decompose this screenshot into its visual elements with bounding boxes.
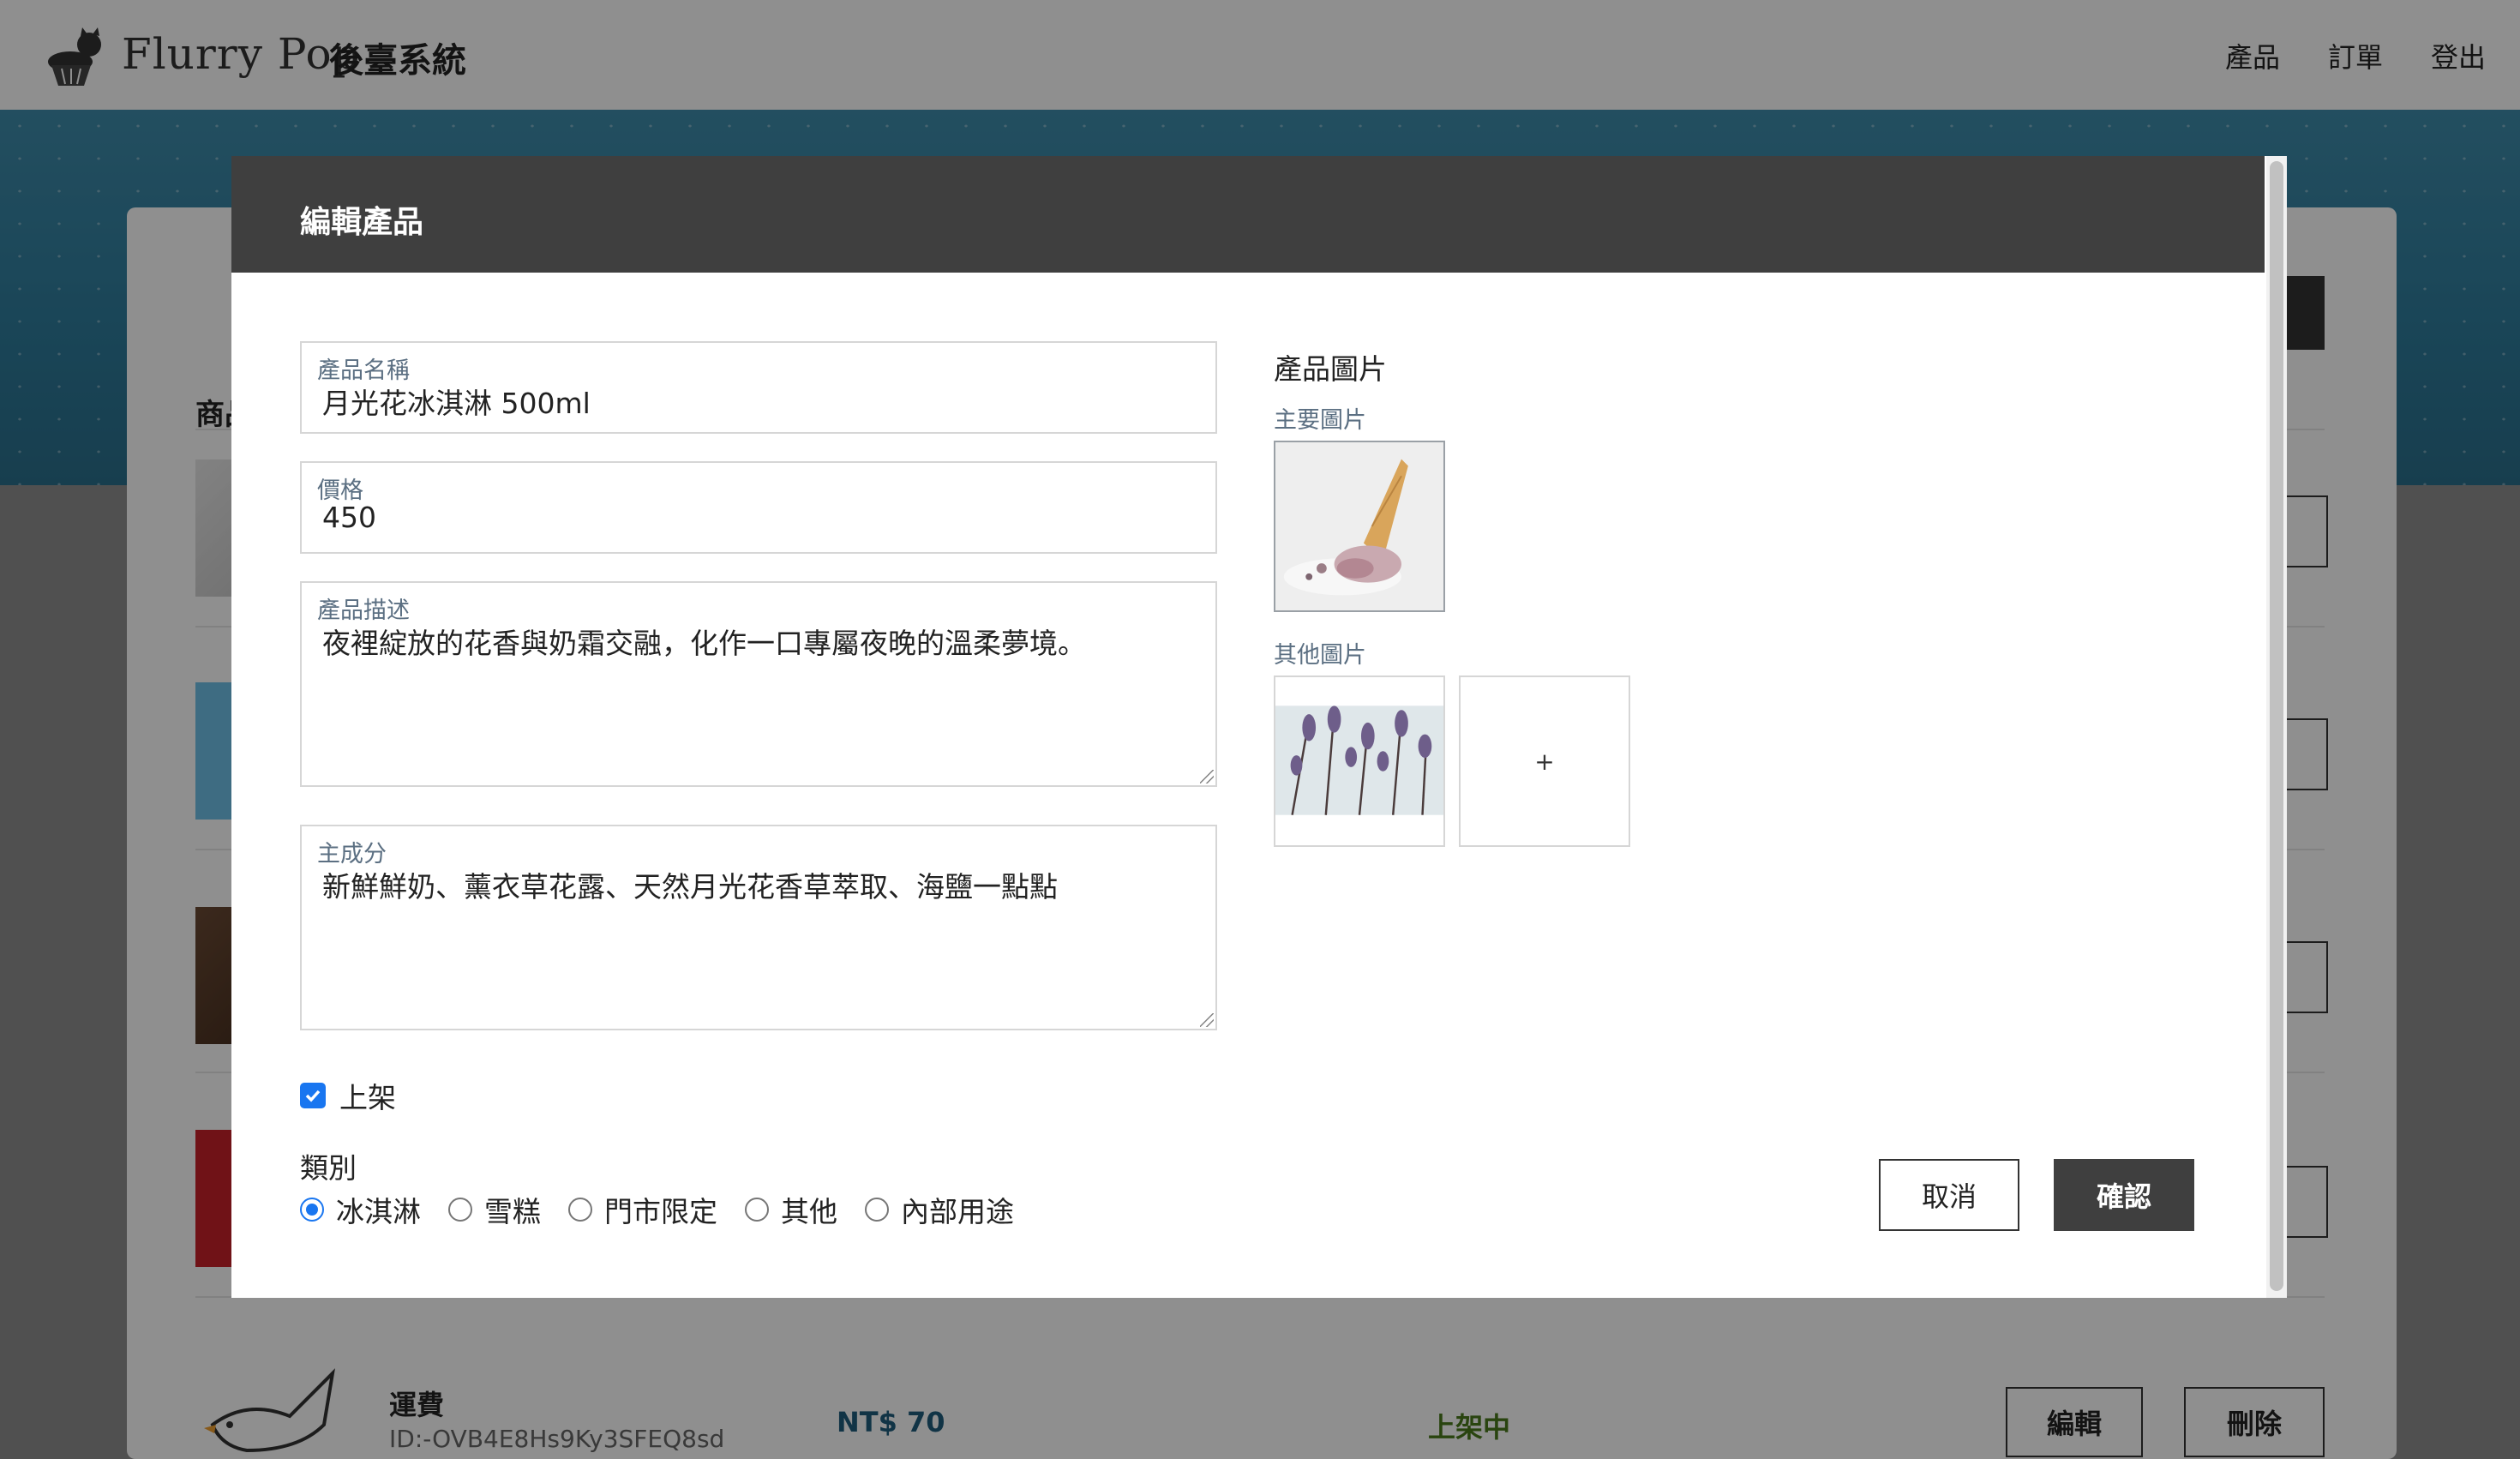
radio-label: 門市限定	[604, 1195, 717, 1228]
radio-label: 其他	[781, 1195, 837, 1228]
radio-label: 內部用途	[901, 1195, 1014, 1228]
modal-title: 編輯產品	[300, 205, 424, 240]
published-toggle[interactable]: 上架	[300, 1075, 396, 1116]
published-checkbox[interactable]	[300, 1083, 326, 1108]
ice-cream-cone-image	[1275, 442, 1443, 610]
resize-handle-icon[interactable]	[1200, 1013, 1214, 1027]
category-option-popsicle[interactable]: 雪糕	[448, 1189, 541, 1230]
description-textarea[interactable]: 夜裡綻放的花香與奶霜交融，化作一口專屬夜晚的溫柔夢境。	[322, 621, 1086, 662]
modal-scrollbar[interactable]	[2266, 156, 2287, 1298]
product-name-input[interactable]: 月光花冰淇淋 500ml	[322, 381, 591, 422]
price-input[interactable]: 450	[322, 501, 376, 534]
category-option-other[interactable]: 其他	[745, 1189, 837, 1230]
images-section-title: 產品圖片	[1274, 352, 1387, 386]
radio-button[interactable]	[448, 1198, 472, 1222]
confirm-button[interactable]: 確認	[2054, 1159, 2194, 1231]
category-radio-group: 冰淇淋 雪糕 門市限定 其他 內部用途	[300, 1189, 1041, 1230]
add-image-button[interactable]: +	[1459, 675, 1630, 847]
ingredients-textarea[interactable]: 新鮮鮮奶、薰衣草花露、天然月光花香草萃取、海鹽一點點	[322, 864, 1058, 905]
radio-button[interactable]	[745, 1198, 769, 1222]
description-field[interactable]: 產品描述 夜裡綻放的花香與奶霜交融，化作一口專屬夜晚的溫柔夢境。	[300, 581, 1217, 787]
other-images-label: 其他圖片	[1274, 642, 1366, 669]
product-name-field[interactable]: 產品名稱 月光花冰淇淋 500ml	[300, 341, 1217, 434]
ingredients-field[interactable]: 主成分 新鮮鮮奶、薰衣草花露、天然月光花香草萃取、海鹽一點點	[300, 825, 1217, 1030]
category-option-store-exclusive[interactable]: 門市限定	[568, 1189, 717, 1230]
checkmark-icon	[305, 1090, 321, 1102]
main-image-label: 主要圖片	[1274, 407, 1366, 434]
category-option-internal[interactable]: 內部用途	[865, 1189, 1014, 1230]
radio-label: 冰淇淋	[336, 1195, 421, 1228]
radio-button[interactable]	[300, 1198, 324, 1222]
modal-header: 編輯產品	[231, 156, 2265, 273]
published-label: 上架	[339, 1081, 396, 1114]
radio-button[interactable]	[865, 1198, 889, 1222]
other-image-thumbnail[interactable]	[1274, 675, 1445, 847]
radio-button[interactable]	[568, 1198, 592, 1222]
main-image-thumbnail[interactable]	[1274, 441, 1445, 612]
cancel-button[interactable]: 取消	[1879, 1159, 2019, 1231]
scrollbar-thumb[interactable]	[2270, 161, 2283, 1291]
resize-handle-icon[interactable]	[1200, 770, 1214, 784]
radio-label: 雪糕	[484, 1195, 541, 1228]
category-option-icecream[interactable]: 冰淇淋	[300, 1189, 421, 1230]
price-field[interactable]: 價格 450	[300, 461, 1217, 554]
edit-product-modal: 編輯產品 產品名稱 月光花冰淇淋 500ml 價格 450 產品描述 夜裡綻放的…	[231, 156, 2287, 1298]
category-label: 類別	[300, 1151, 357, 1185]
lavender-image	[1275, 677, 1443, 845]
